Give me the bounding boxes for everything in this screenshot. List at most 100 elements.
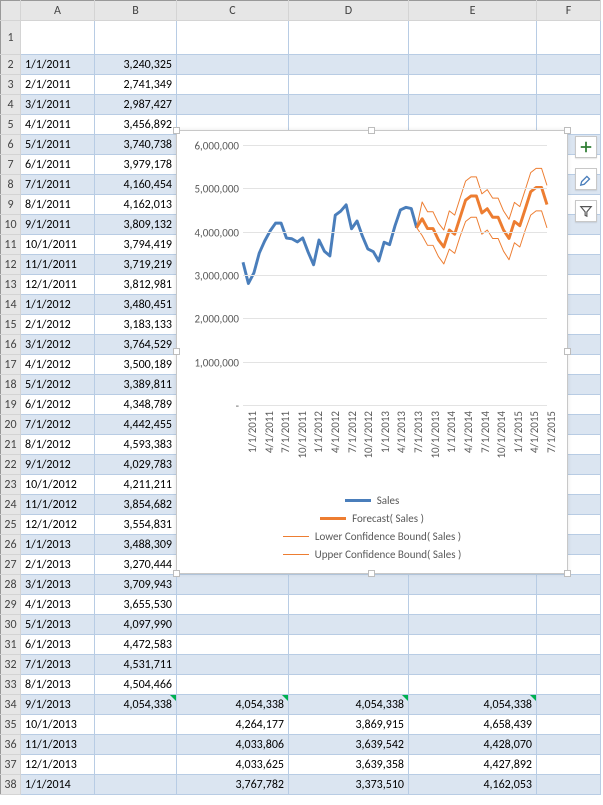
row-header[interactable]: 26 <box>1 535 21 555</box>
chart-elements-button[interactable] <box>575 136 597 158</box>
cell-date[interactable]: 2/1/2013 <box>21 555 95 575</box>
cell-lower[interactable] <box>289 675 409 695</box>
cell-upper[interactable] <box>409 675 537 695</box>
row-header[interactable]: 12 <box>1 255 21 275</box>
cell-date[interactable]: 10/1/2012 <box>21 475 95 495</box>
table-row[interactable]: 3510/1/20134,264,1773,869,9154,658,439 <box>1 715 601 735</box>
table-row[interactable]: 294/1/20133,655,530 <box>1 595 601 615</box>
header-forecast[interactable]: Forecast( Sales ) <box>177 21 289 55</box>
cell-sales[interactable]: 4,211,211 <box>95 475 177 495</box>
cell-sales[interactable]: 4,054,338 <box>95 695 177 715</box>
table-row[interactable]: 3712/1/20134,033,6253,639,3584,427,892 <box>1 755 601 775</box>
cell-forecast[interactable] <box>177 55 289 75</box>
cell-sales[interactable]: 3,655,530 <box>95 595 177 615</box>
cell-sales[interactable]: 3,456,892 <box>95 115 177 135</box>
cell-empty[interactable] <box>537 695 601 715</box>
cell-date[interactable]: 7/1/2012 <box>21 415 95 435</box>
cell-forecast[interactable] <box>177 595 289 615</box>
cell-lower[interactable]: 3,639,542 <box>289 735 409 755</box>
row-header-1[interactable]: 1 <box>1 21 21 55</box>
row-header[interactable]: 37 <box>1 755 21 775</box>
cell-date[interactable]: 4/1/2012 <box>21 355 95 375</box>
cell-date[interactable]: 1/1/2013 <box>21 535 95 555</box>
cell-lower[interactable] <box>289 75 409 95</box>
cell-sales[interactable] <box>95 775 177 795</box>
cell-sales[interactable] <box>95 735 177 755</box>
cell-forecast[interactable] <box>177 575 289 595</box>
table-row[interactable]: 349/1/20134,054,3384,054,3384,054,3384,0… <box>1 695 601 715</box>
cell-sales[interactable]: 3,809,132 <box>95 215 177 235</box>
cell-lower[interactable] <box>289 655 409 675</box>
cell-sales[interactable]: 4,504,466 <box>95 675 177 695</box>
table-row[interactable]: 327/1/20134,531,711 <box>1 655 601 675</box>
cell-sales[interactable]: 4,531,711 <box>95 655 177 675</box>
row-header[interactable]: 34 <box>1 695 21 715</box>
cell-date[interactable]: 1/1/2014 <box>21 775 95 795</box>
cell-forecast[interactable] <box>177 655 289 675</box>
cell-forecast[interactable] <box>177 635 289 655</box>
cell-upper[interactable]: 4,054,338 <box>409 695 537 715</box>
cell-date[interactable]: 8/1/2011 <box>21 195 95 215</box>
row-header[interactable]: 27 <box>1 555 21 575</box>
cell-sales[interactable] <box>95 755 177 775</box>
cell-lower[interactable]: 3,869,915 <box>289 715 409 735</box>
cell-sales[interactable] <box>95 715 177 735</box>
row-header[interactable]: 20 <box>1 415 21 435</box>
cell-lower[interactable]: 3,373,510 <box>289 775 409 795</box>
row-header[interactable]: 2 <box>1 55 21 75</box>
cell-forecast[interactable]: 4,033,625 <box>177 755 289 775</box>
header-upper[interactable]: Upper Confidence Bound( Sales ) <box>409 21 537 55</box>
col-header-E[interactable]: E <box>409 1 537 21</box>
row-header[interactable]: 13 <box>1 275 21 295</box>
cell-upper[interactable] <box>409 75 537 95</box>
cell-sales[interactable]: 2,741,349 <box>95 75 177 95</box>
cell-upper[interactable] <box>409 575 537 595</box>
cell-sales[interactable]: 3,554,831 <box>95 515 177 535</box>
cell-sales[interactable]: 2,987,427 <box>95 95 177 115</box>
cell-empty[interactable] <box>537 775 601 795</box>
row-header[interactable]: 15 <box>1 315 21 335</box>
cell-empty[interactable] <box>537 615 601 635</box>
cell-empty[interactable] <box>537 55 601 75</box>
table-row[interactable]: 338/1/20134,504,466 <box>1 675 601 695</box>
cell-date[interactable]: 6/1/2013 <box>21 635 95 655</box>
header-sales[interactable]: Sales <box>95 21 177 55</box>
cell-date[interactable]: 3/1/2013 <box>21 575 95 595</box>
cell-sales[interactable]: 3,270,444 <box>95 555 177 575</box>
row-header[interactable]: 5 <box>1 115 21 135</box>
row-header[interactable]: 8 <box>1 175 21 195</box>
table-row[interactable]: 381/1/20143,767,7823,373,5104,162,053 <box>1 775 601 795</box>
cell-date[interactable]: 8/1/2012 <box>21 435 95 455</box>
col-header-B[interactable]: B <box>95 1 177 21</box>
header-date[interactable]: Date <box>21 21 95 55</box>
cell-sales[interactable]: 3,183,133 <box>95 315 177 335</box>
cell-date[interactable]: 10/1/2011 <box>21 235 95 255</box>
table-row[interactable]: 3611/1/20134,033,8063,639,5424,428,070 <box>1 735 601 755</box>
row-header[interactable]: 21 <box>1 435 21 455</box>
table-row[interactable]: 305/1/20134,097,990 <box>1 615 601 635</box>
row-header[interactable]: 6 <box>1 135 21 155</box>
cell-sales[interactable]: 3,740,738 <box>95 135 177 155</box>
cell-date[interactable]: 4/1/2013 <box>21 595 95 615</box>
cell-empty[interactable] <box>537 735 601 755</box>
cell-forecast[interactable] <box>177 675 289 695</box>
cell-sales[interactable]: 3,854,682 <box>95 495 177 515</box>
table-row[interactable]: 32/1/20112,741,349 <box>1 75 601 95</box>
cell-sales[interactable]: 4,029,783 <box>95 455 177 475</box>
cell-date[interactable]: 1/1/2011 <box>21 55 95 75</box>
cell-forecast[interactable]: 4,264,177 <box>177 715 289 735</box>
cell-forecast[interactable]: 4,054,338 <box>177 695 289 715</box>
forecast-chart[interactable]: -1,000,0002,000,0003,000,0004,000,0005,0… <box>176 130 568 574</box>
row-header[interactable]: 7 <box>1 155 21 175</box>
row-header[interactable]: 31 <box>1 635 21 655</box>
cell-sales[interactable]: 3,709,943 <box>95 575 177 595</box>
cell-upper[interactable] <box>409 615 537 635</box>
cell-lower[interactable] <box>289 615 409 635</box>
cell-sales[interactable]: 4,472,583 <box>95 635 177 655</box>
cell-date[interactable]: 9/1/2012 <box>21 455 95 475</box>
row-header[interactable]: 24 <box>1 495 21 515</box>
cell-lower[interactable]: 4,054,338 <box>289 695 409 715</box>
cell-sales[interactable]: 3,764,529 <box>95 335 177 355</box>
cell-sales[interactable]: 4,097,990 <box>95 615 177 635</box>
cell-empty[interactable] <box>537 595 601 615</box>
